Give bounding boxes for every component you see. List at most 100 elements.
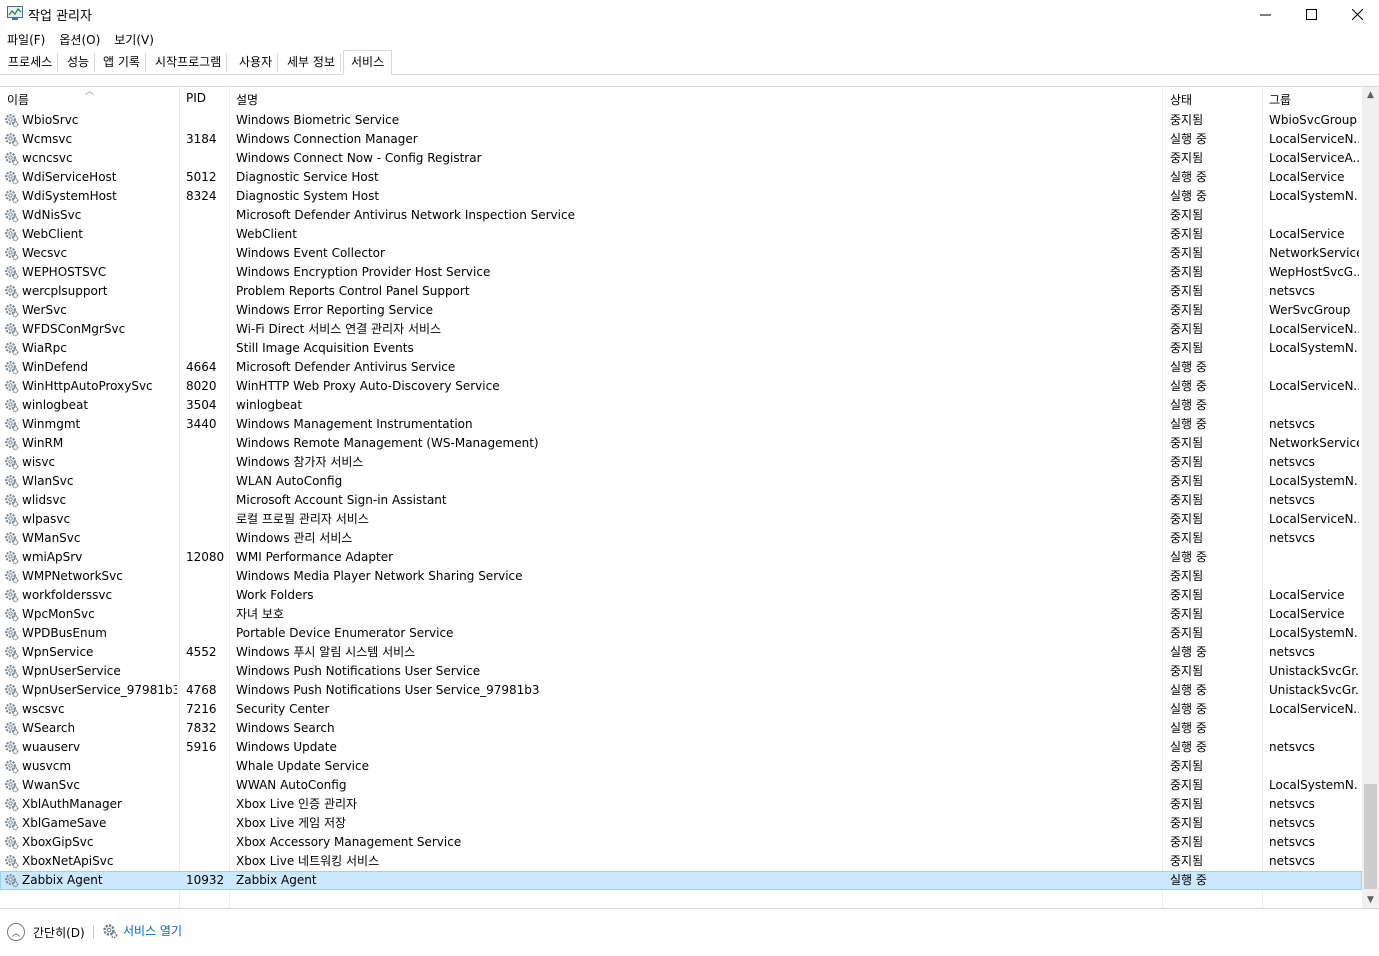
- tab-performance[interactable]: 성능: [62, 53, 96, 72]
- column-header-status[interactable]: 상태: [1170, 91, 1192, 108]
- tab-app-history[interactable]: 앱 기록: [98, 53, 146, 72]
- scroll-down-arrow-icon[interactable]: ▼: [1362, 892, 1379, 909]
- service-name: WerSvc: [22, 303, 67, 317]
- table-row[interactable]: WFDSConMgrSvc Wi-Fi Direct 서비스 연결 관리자 서비스…: [0, 320, 1362, 339]
- service-pid: 5916: [186, 740, 217, 754]
- service-name: WinDefend: [22, 360, 88, 374]
- minimize-button[interactable]: [1242, 0, 1288, 28]
- service-pid: 4552: [186, 645, 217, 659]
- service-pid: 5012: [186, 170, 217, 184]
- table-row[interactable]: WiaRpc Still Image Acquisition Events 중지됨 L…: [0, 339, 1362, 358]
- scroll-up-arrow-icon[interactable]: ▲: [1362, 87, 1379, 104]
- service-group: netsvcs: [1269, 284, 1315, 298]
- service-group: WerSvcGroup: [1269, 303, 1351, 317]
- table-row[interactable]: WpnUserService Windows Push Notifications…: [0, 662, 1362, 681]
- service-group: NetworkService: [1269, 436, 1359, 450]
- service-pid: 3440: [186, 417, 217, 431]
- fewer-details-label: 간단히(D): [33, 925, 85, 940]
- service-gear-icon: [4, 132, 19, 147]
- table-row[interactable]: wcncsvc Windows Connect Now - Config Regi…: [0, 149, 1362, 168]
- tab-processes[interactable]: 프로세스: [3, 53, 59, 72]
- scrollbar-thumb[interactable]: [1364, 784, 1377, 889]
- service-status: 실행 중: [1170, 132, 1207, 146]
- table-row[interactable]: WpnService 4552 Windows 푸시 알림 시스템 서비스 실행 중 n…: [0, 643, 1362, 662]
- service-description: WLAN AutoConfig: [236, 474, 343, 488]
- service-group: LocalServiceN...: [1269, 322, 1359, 336]
- service-status: 중지됨: [1170, 778, 1204, 792]
- footer: ︿ 간단히(D) 서비스 열기: [0, 908, 1379, 956]
- service-name: workfolderssvc: [22, 588, 113, 602]
- service-gear-icon: [4, 227, 19, 242]
- tab-details[interactable]: 세부 정보: [282, 53, 341, 72]
- menu-view[interactable]: 보기(V): [107, 28, 161, 48]
- open-services-link[interactable]: 서비스 열기: [102, 922, 182, 939]
- column-header-group[interactable]: 그룹: [1269, 91, 1291, 108]
- table-row[interactable]: Winmgmt 3440 Windows Management Instrument…: [0, 415, 1362, 434]
- service-status: 실행 중: [1170, 721, 1207, 735]
- table-row[interactable]: Wcmsvc 3184 Windows Connection Manager 실행 중…: [0, 130, 1362, 149]
- column-header-pid[interactable]: PID: [186, 91, 206, 105]
- table-row[interactable]: XboxGipSvc Xbox Accessory Management Serv…: [0, 833, 1362, 852]
- table-row[interactable]: wlpasvc 로컬 프로필 관리자 서비스 중지됨 LocalServiceN...: [0, 510, 1362, 529]
- service-gear-icon: [4, 303, 19, 318]
- service-pid: 4768: [186, 683, 217, 697]
- close-button[interactable]: [1334, 0, 1379, 28]
- table-row[interactable]: winlogbeat 3504 winlogbeat 실행 중: [0, 396, 1362, 415]
- table-row[interactable]: XblAuthManager Xbox Live 인증 관리자 중지됨 netsvcs: [0, 795, 1362, 814]
- table-row[interactable]: wscsvc 7216 Security Center 실행 중 LocalServic…: [0, 700, 1362, 719]
- service-gear-icon: [4, 816, 19, 831]
- service-name: WdiSystemHost: [22, 189, 117, 203]
- service-group: LocalServiceN...: [1269, 512, 1359, 526]
- table-row[interactable]: WlanSvc WLAN AutoConfig 중지됨 LocalSystemN...: [0, 472, 1362, 491]
- fewer-details-button[interactable]: ︿ 간단히(D): [7, 923, 85, 941]
- table-row[interactable]: WbioSrvc Windows Biometric Service 중지됨 Wbio…: [0, 111, 1362, 130]
- tab-users[interactable]: 사용자: [234, 53, 279, 72]
- table-row[interactable]: WpnUserService_97981b3 4768 Windows Push N…: [0, 681, 1362, 700]
- table-row[interactable]: WinRM Windows Remote Management (WS-Manag…: [0, 434, 1362, 453]
- table-row[interactable]: WerSvc Windows Error Reporting Service 중지됨…: [0, 301, 1362, 320]
- table-row[interactable]: WpcMonSvc 자녀 보호 중지됨 LocalService: [0, 605, 1362, 624]
- table-row[interactable]: WdiSystemHost 8324 Diagnostic System Host 실…: [0, 187, 1362, 206]
- service-status: 중지됨: [1170, 474, 1204, 488]
- table-row[interactable]: workfolderssvc Work Folders 중지됨 LocalServic…: [0, 586, 1362, 605]
- column-header-name[interactable]: 이름: [7, 91, 29, 108]
- service-description: WMI Performance Adapter: [236, 550, 394, 564]
- table-row[interactable]: wuauserv 5916 Windows Update 실행 중 netsvcs: [0, 738, 1362, 757]
- table-row[interactable]: wusvcm Whale Update Service 중지됨: [0, 757, 1362, 776]
- tab-startup[interactable]: 시작프로그램: [150, 53, 228, 72]
- service-status: 실행 중: [1170, 170, 1207, 184]
- table-row[interactable]: wlidsvc Microsoft Account Sign-in Assista…: [0, 491, 1362, 510]
- table-row[interactable]: wisvc Windows 참가자 서비스 중지됨 netsvcs: [0, 453, 1362, 472]
- table-row[interactable]: WManSvc Windows 관리 서비스 중지됨 netsvcs: [0, 529, 1362, 548]
- service-description: Windows Connect Now - Config Registrar: [236, 151, 482, 165]
- service-name: wlidsvc: [22, 493, 67, 507]
- service-name: WiaRpc: [22, 341, 67, 355]
- vertical-scrollbar[interactable]: ▲ ▼: [1362, 87, 1379, 909]
- menu-file[interactable]: 파일(F): [0, 28, 52, 48]
- table-row[interactable]: Wecsvc Windows Event Collector 중지됨 NetworkS…: [0, 244, 1362, 263]
- service-name: Wecsvc: [22, 246, 68, 260]
- table-row[interactable]: XblGameSave Xbox Live 게임 저장 중지됨 netsvcs: [0, 814, 1362, 833]
- table-row[interactable]: WebClient WebClient 중지됨 LocalService: [0, 225, 1362, 244]
- table-row[interactable]: WEPHOSTSVC Windows Encryption Provider Ho…: [0, 263, 1362, 282]
- table-row[interactable]: WinHttpAutoProxySvc 8020 WinHTTP Web Proxy…: [0, 377, 1362, 396]
- table-row[interactable]: WinDefend 4664 Microsoft Defender Antiviru…: [0, 358, 1362, 377]
- table-row[interactable]: WSearch 7832 Windows Search 실행 중: [0, 719, 1362, 738]
- table-row[interactable]: WPDBusEnum Portable Device Enumerator Ser…: [0, 624, 1362, 643]
- table-row[interactable]: wercplsupport Problem Reports Control Pan…: [0, 282, 1362, 301]
- maximize-button[interactable]: [1288, 0, 1334, 28]
- table-row[interactable]: WMPNetworkSvc Windows Media Player Networ…: [0, 567, 1362, 586]
- sort-ascending-icon: ︿: [85, 87, 95, 97]
- table-row[interactable]: XboxNetApiSvc Xbox Live 네트워킹 서비스 중지됨 netsvc…: [0, 852, 1362, 871]
- maximize-icon: [1305, 8, 1317, 20]
- menu-options[interactable]: 옵션(O): [52, 28, 107, 48]
- divider: [93, 925, 94, 939]
- tab-services[interactable]: 서비스: [343, 50, 393, 75]
- table-row[interactable]: WdiServiceHost 5012 Diagnostic Service Hos…: [0, 168, 1362, 187]
- table-row[interactable]: WdNisSvc Microsoft Defender Antivirus Net…: [0, 206, 1362, 225]
- column-header-description[interactable]: 설명: [236, 91, 258, 108]
- table-row[interactable]: Zabbix Agent 10932 Zabbix Agent 실행 중: [0, 871, 1362, 890]
- service-group: LocalServiceN...: [1269, 132, 1359, 146]
- table-row[interactable]: WwanSvc WWAN AutoConfig 중지됨 LocalSystemN...: [0, 776, 1362, 795]
- table-row[interactable]: wmiApSrv 12080 WMI Performance Adapter 실행 중: [0, 548, 1362, 567]
